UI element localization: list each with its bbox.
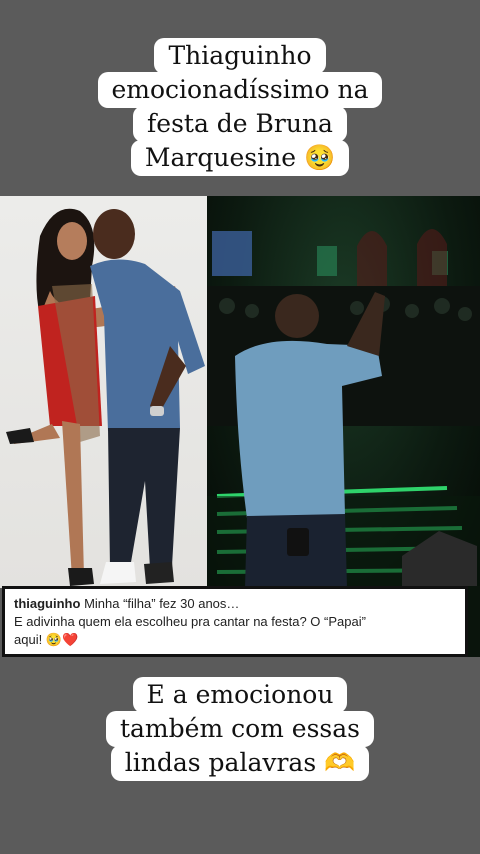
caption-line-1: thiaguinho Minha “filha” fez 30 anos… bbox=[14, 595, 456, 613]
title-line-3: festa de Bruna bbox=[133, 106, 347, 142]
stage-illustration bbox=[207, 229, 480, 588]
caption-text-2: E adivinha quem ela escolheu pra cantar … bbox=[14, 614, 366, 629]
caption-text-1: Minha “filha” fez 30 anos… bbox=[84, 596, 240, 611]
title-block: Thiaguinho emocionadíssimo na festa de B… bbox=[0, 38, 480, 176]
bottom-line-1: E a emocionou bbox=[132, 677, 348, 713]
title-line-1: Thiaguinho bbox=[154, 38, 326, 74]
couple-photo bbox=[0, 196, 207, 588]
stage-photo bbox=[207, 196, 480, 588]
title-line-4: Marquesine 🥹 bbox=[130, 140, 350, 176]
couple-illustration bbox=[6, 208, 205, 586]
instagram-caption: thiaguinho Minha “filha” fez 30 anos… E … bbox=[2, 586, 468, 657]
caption-text-3: aqui! 🥹❤️ bbox=[14, 632, 79, 647]
caption-username[interactable]: thiaguinho bbox=[14, 596, 80, 611]
bottom-line-2: também com essas bbox=[105, 711, 374, 747]
photo-collage bbox=[0, 196, 480, 588]
title-line-2: emocionadíssimo na bbox=[97, 72, 383, 108]
bottom-line-3: lindas palavras 🫶 bbox=[110, 745, 370, 781]
caption-photo-edge bbox=[468, 586, 480, 657]
bottom-text-block: E a emocionou também com essas lindas pa… bbox=[0, 677, 480, 781]
